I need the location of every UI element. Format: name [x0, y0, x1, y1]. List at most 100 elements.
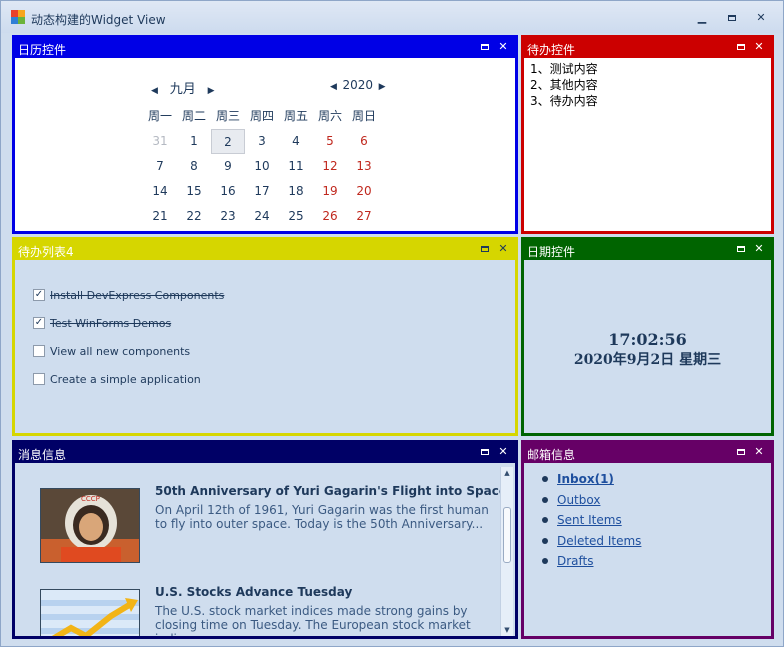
calendar-day[interactable]: 19	[313, 179, 347, 204]
todo-body[interactable]: 1、测试内容 2、其他内容 3、待办内容	[524, 58, 771, 231]
tasklist-panel: 待办列表4 ✕ ✓ Install DevExpress Components ✓ T…	[12, 237, 518, 436]
minimize-button[interactable]: ▁	[693, 11, 711, 25]
mail-folder-link[interactable]: Sent Items	[557, 513, 622, 527]
calendar-day[interactable]: 6	[347, 129, 381, 154]
calendar-day[interactable]: 4	[279, 129, 313, 154]
calendar-panel-header[interactable]: 日历控件 ✕	[15, 38, 515, 58]
news-close-icon[interactable]: ✕	[497, 446, 509, 458]
news-text: The U.S. stock market indices made stron…	[155, 604, 471, 636]
next-year-icon[interactable]: ▶	[379, 82, 386, 92]
app-window: 动态构建的Widget View ▁ ✕ 日历控件 ✕ ◀ 九月 ▶ ◀ 202…	[0, 0, 784, 647]
weekday-header-row: 周一 周二 周三 周四 周五 周六 周日	[143, 104, 381, 129]
calendar-grid: 周一 周二 周三 周四 周五 周六 周日 31 1 2 3 4 5 6 7 8 9 10 11 12 13 14 15 16…	[143, 104, 381, 229]
calendar-day[interactable]: 26	[313, 204, 347, 229]
calendar-day[interactable]: 25	[279, 204, 313, 229]
prev-month-icon[interactable]: ◀	[151, 86, 158, 96]
date-close-icon[interactable]: ✕	[753, 243, 765, 255]
calendar-day[interactable]: 23	[211, 204, 245, 229]
calendar-day[interactable]: 12	[313, 154, 347, 179]
mail-folder-link[interactable]: Outbox	[557, 493, 600, 507]
task-checkbox[interactable]: ✓	[33, 317, 45, 329]
prev-year-icon[interactable]: ◀	[330, 82, 337, 92]
mail-folder-link[interactable]: Drafts	[557, 554, 594, 568]
mail-panel-title: 邮箱信息	[527, 448, 576, 462]
mail-panel-header[interactable]: 邮箱信息 ✕	[524, 443, 771, 463]
calendar-panel: 日历控件 ✕ ◀ 九月 ▶ ◀ 2020 ▶ 周一 周二 周三 周四 周五 周六 周日 31…	[12, 35, 518, 234]
news-scrollbar[interactable]: ▲ ▼	[500, 467, 513, 636]
restore-button[interactable]	[723, 11, 741, 25]
news-text: On April 12th of 1961, Yuri Gagarin was …	[155, 503, 489, 531]
close-window-button[interactable]: ✕	[752, 11, 770, 25]
mail-folder-link[interactable]: Deleted Items	[557, 534, 641, 548]
calendar-close-icon[interactable]: ✕	[497, 41, 509, 53]
todo-maximize-icon[interactable]	[735, 41, 747, 53]
mail-folder-link[interactable]: Inbox(1)	[557, 472, 614, 486]
todo-close-icon[interactable]: ✕	[753, 41, 765, 53]
calendar-day[interactable]: 16	[211, 179, 245, 204]
calendar-day[interactable]: 5	[313, 129, 347, 154]
year-label[interactable]: 2020	[341, 78, 375, 92]
calendar-day[interactable]: 18	[279, 179, 313, 204]
mail-maximize-icon[interactable]	[735, 446, 747, 458]
bullet-icon	[542, 496, 548, 503]
mail-close-icon[interactable]: ✕	[753, 446, 765, 458]
calendar-panel-title: 日历控件	[18, 43, 67, 57]
scroll-up-icon[interactable]: ▲	[501, 469, 513, 477]
bullet-icon	[542, 517, 548, 524]
calendar-maximize-icon[interactable]	[479, 41, 491, 53]
task-checkbox[interactable]	[33, 345, 45, 357]
task-checkbox[interactable]: ✓	[33, 289, 45, 301]
weekday-label: 周四	[249, 109, 274, 123]
calendar-day[interactable]: 27	[347, 204, 381, 229]
mail-folder-item: Outbox	[542, 490, 641, 511]
calendar-day[interactable]: 14	[143, 179, 177, 204]
month-label[interactable]: 九月	[162, 78, 204, 97]
calendar-day[interactable]: 20	[347, 179, 381, 204]
calendar-day[interactable]: 24	[245, 204, 279, 229]
calendar-day[interactable]: 13	[347, 154, 381, 179]
todo-text[interactable]: 1、测试内容 2、其他内容 3、待办内容	[530, 61, 598, 109]
scroll-down-icon[interactable]: ▼	[501, 626, 513, 634]
date-maximize-icon[interactable]	[735, 243, 747, 255]
weekday-label: 周三	[215, 109, 240, 123]
news-maximize-icon[interactable]	[479, 446, 491, 458]
news-title[interactable]: U.S. Stocks Advance Tuesday	[155, 585, 352, 599]
calendar-day[interactable]: 31	[143, 129, 177, 154]
news-title[interactable]: 50th Anniversary of Yuri Gagarin's Fligh…	[155, 484, 507, 498]
tasklist-maximize-icon[interactable]	[479, 243, 491, 255]
tasklist-panel-title: 待办列表4	[18, 245, 74, 259]
task-item[interactable]: Create a simple application	[33, 365, 224, 393]
title-bar[interactable]: 动态构建的Widget View ▁ ✕	[1, 1, 783, 33]
scroll-thumb[interactable]	[503, 507, 511, 563]
calendar-day[interactable]: 15	[177, 179, 211, 204]
tasklist-panel-header[interactable]: 待办列表4 ✕	[15, 240, 515, 260]
task-checkbox[interactable]	[33, 373, 45, 385]
tasklist-close-icon[interactable]: ✕	[497, 243, 509, 255]
calendar-day[interactable]: 21	[143, 204, 177, 229]
calendar-day[interactable]: 8	[177, 154, 211, 179]
bullet-icon	[542, 558, 548, 565]
task-label: View all new components	[50, 344, 191, 358]
calendar-day[interactable]: 11	[279, 154, 313, 179]
calendar-day[interactable]: 10	[245, 154, 279, 179]
calendar-day[interactable]: 3	[245, 129, 279, 154]
astronaut-photo: CCCP	[40, 488, 140, 563]
task-item[interactable]: ✓ Test WinForms Demos	[33, 309, 224, 337]
date-panel-header[interactable]: 日期控件 ✕	[524, 240, 771, 260]
news-panel-header[interactable]: 消息信息 ✕	[15, 443, 515, 463]
date-panel-title: 日期控件	[527, 245, 576, 259]
calendar-day[interactable]: 17	[245, 179, 279, 204]
todo-panel-header[interactable]: 待办控件 ✕	[524, 38, 771, 58]
calendar-day[interactable]: 2	[211, 129, 245, 154]
minimize-icon: ▁	[697, 11, 707, 24]
task-item[interactable]: View all new components	[33, 337, 224, 365]
task-item[interactable]: ✓ Install DevExpress Components	[33, 281, 224, 309]
calendar-day[interactable]: 22	[177, 204, 211, 229]
calendar-day[interactable]: 9	[211, 154, 245, 179]
calendar-day[interactable]: 1	[177, 129, 211, 154]
mail-folder-list: Inbox(1) Outbox Sent Items Deleted Items Dra…	[542, 469, 641, 572]
next-month-icon[interactable]: ▶	[208, 86, 215, 96]
news-panel-title: 消息信息	[18, 448, 67, 462]
calendar-day[interactable]: 7	[143, 154, 177, 179]
mail-folder-item: Inbox(1)	[542, 469, 641, 490]
